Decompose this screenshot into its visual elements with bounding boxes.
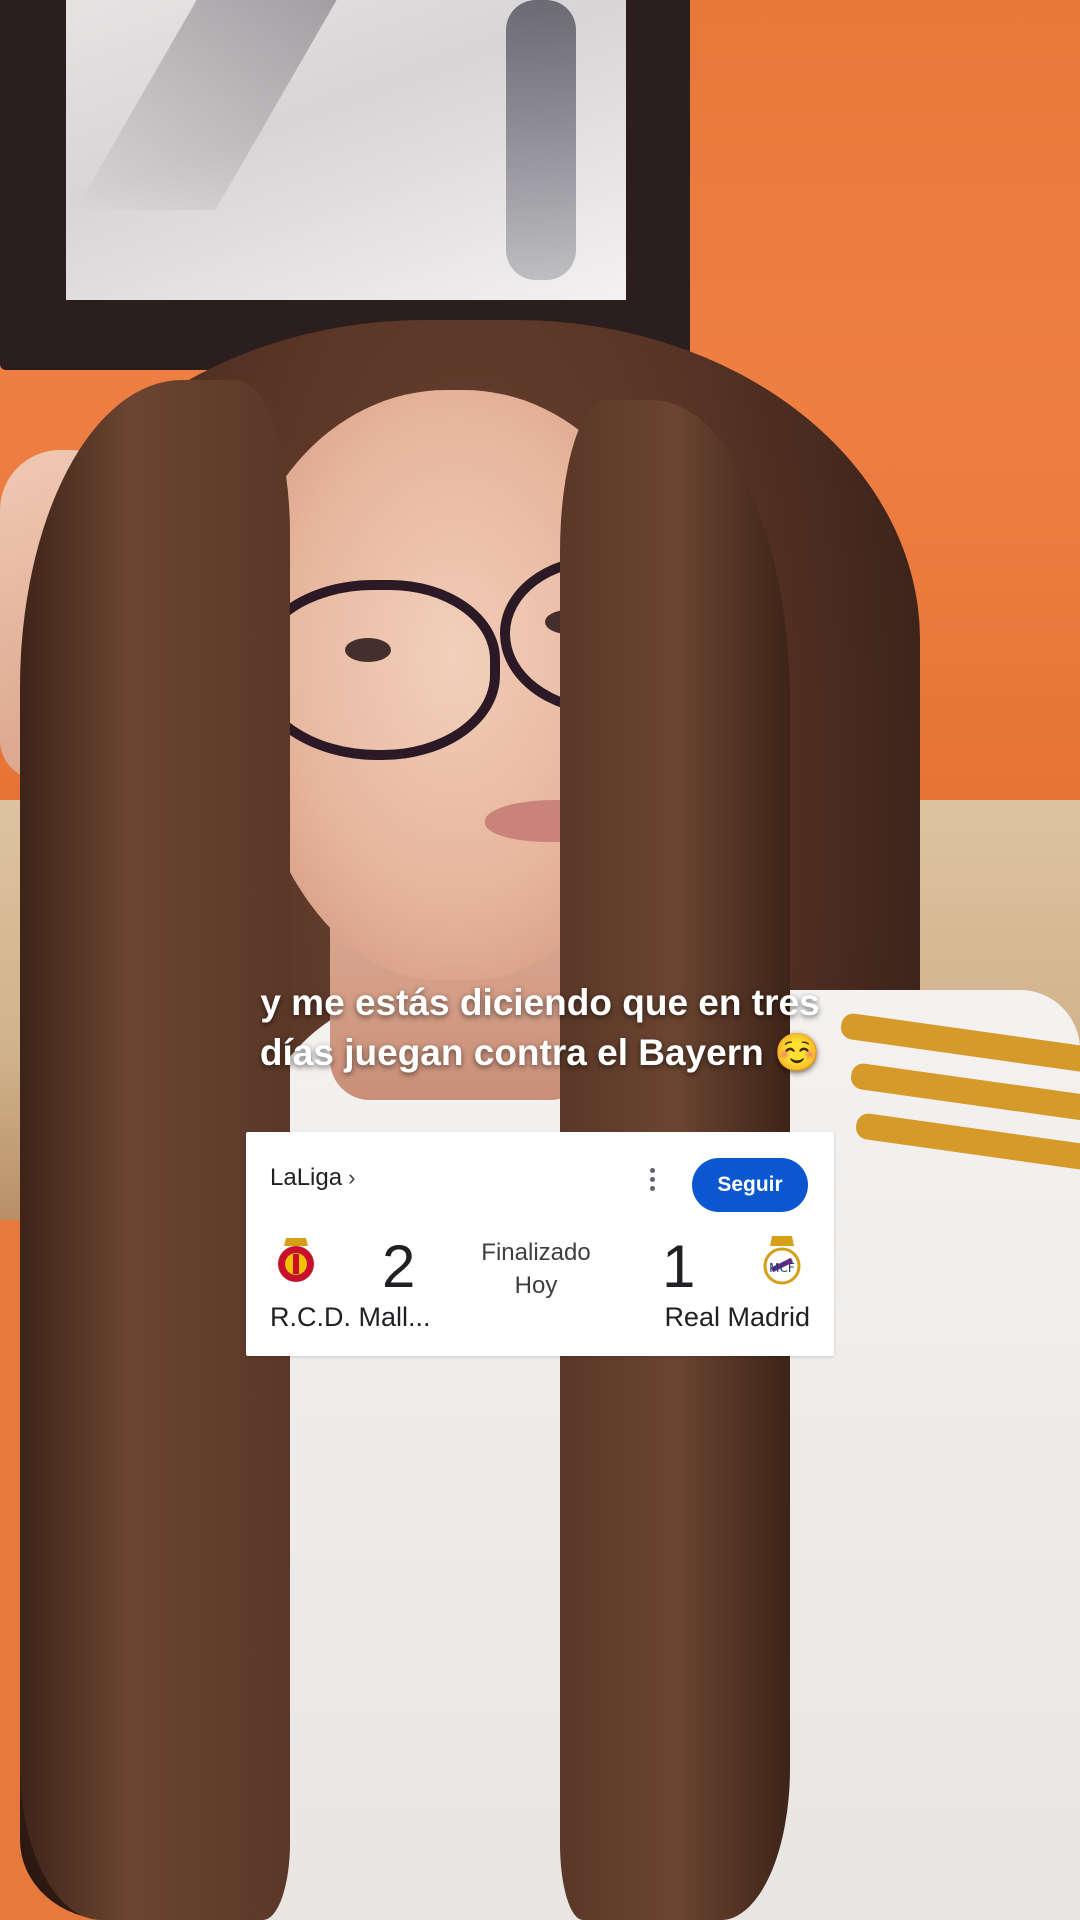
away-score: 1 [662, 1233, 696, 1300]
rcd-mallorca-crest-icon [278, 1238, 314, 1282]
home-team-name: R.C.D. Mall... [270, 1302, 431, 1332]
caption-line-1: y me estás diciendo que en tres [260, 982, 820, 1023]
follow-button[interactable]: Seguir [692, 1158, 808, 1212]
match-status: Finalizado Hoy [461, 1236, 611, 1302]
league-name: LaLiga [270, 1164, 343, 1191]
smiling-face-icon: ☺️ [774, 1031, 821, 1074]
real-madrid-crest-icon: MCF [763, 1236, 801, 1285]
home-score: 2 [382, 1233, 416, 1300]
match-score-card[interactable]: LaLiga › Seguir 2 Finalizado Hoy 1 MCF R… [246, 1132, 834, 1356]
chevron-right-icon: › [348, 1165, 356, 1190]
framed-picture [0, 0, 690, 370]
league-link[interactable]: LaLiga › [270, 1164, 355, 1192]
caption-line-2: días juegan contra el Bayern ☺️ [259, 1031, 821, 1074]
svg-text:MCF: MCF [769, 1261, 795, 1275]
more-vert-icon[interactable] [642, 1162, 662, 1196]
video-frame [0, 0, 1080, 1920]
match-date: Hoy [514, 1272, 558, 1299]
video-caption: y me estás diciendo que en tres días jue… [0, 978, 1080, 1078]
away-team-name: Real Madrid [664, 1302, 810, 1332]
